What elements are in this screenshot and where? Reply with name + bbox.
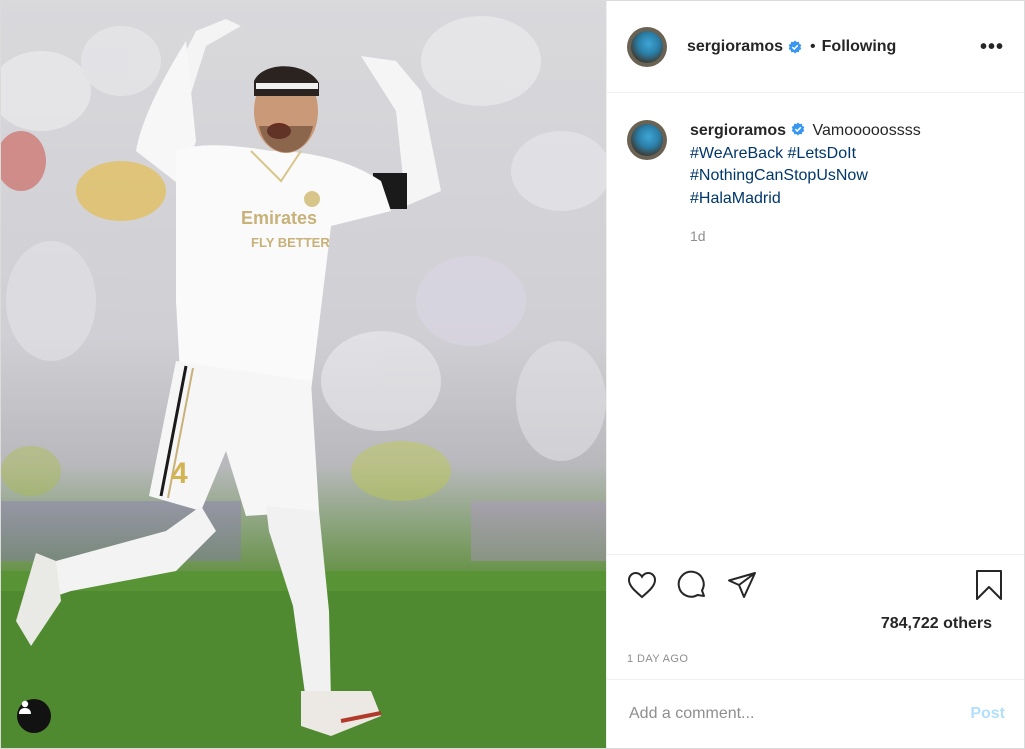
- caption-username[interactable]: sergioramos: [690, 122, 786, 139]
- heart-icon: [627, 571, 657, 599]
- photo-illustration: Emirates FLY BETTER 4: [1, 16, 606, 748]
- like-button[interactable]: [626, 569, 658, 601]
- post-actions: 784,722 others 1 DAY AGO: [607, 554, 1024, 665]
- svg-text:Emirates: Emirates: [241, 208, 317, 228]
- verified-badge-icon: [791, 122, 805, 136]
- post-side-panel: sergioramos • Following ••• sergioramos …: [606, 1, 1024, 748]
- comment-input[interactable]: [627, 704, 971, 724]
- user-icon: [19, 700, 31, 714]
- instagram-post: Emirates FLY BETTER 4 sergioramos • Foll…: [0, 0, 1025, 749]
- author-username[interactable]: sergioramos: [687, 38, 783, 56]
- post-timestamp[interactable]: 1 DAY AGO: [627, 653, 688, 665]
- bookmark-icon: [976, 570, 1002, 600]
- caption-text: Vamooooossss: [812, 122, 921, 139]
- comment-icon: [677, 570, 705, 598]
- comment-bar: Post: [607, 679, 1024, 748]
- verified-badge-icon: [788, 40, 802, 53]
- post-header: sergioramos • Following •••: [607, 1, 1024, 93]
- hashtag-link[interactable]: #WeAreBack: [690, 145, 783, 162]
- tagged-users-button[interactable]: [17, 699, 51, 733]
- hashtag-link[interactable]: #NothingCanStopUsNow: [690, 167, 868, 184]
- svg-text:4: 4: [171, 457, 188, 490]
- caption-timestamp[interactable]: 1d: [690, 225, 921, 248]
- more-options-icon[interactable]: •••: [980, 37, 1004, 57]
- avatar[interactable]: [627, 26, 667, 67]
- separator-dot: •: [810, 37, 816, 55]
- likes-count[interactable]: 784,722 others: [607, 615, 1024, 633]
- share-button[interactable]: [726, 569, 758, 601]
- hashtag-link[interactable]: #HalaMadrid: [690, 190, 781, 207]
- post-comment-button[interactable]: Post: [970, 705, 1005, 723]
- caption: sergioramos Vamooooossss #WeAreBack #Let…: [607, 93, 1024, 248]
- action-bar: [607, 555, 1024, 615]
- hashtag-link[interactable]: #LetsDoIt: [788, 145, 856, 162]
- save-button[interactable]: [973, 569, 1005, 601]
- avatar[interactable]: [627, 120, 667, 160]
- following-button[interactable]: Following: [822, 38, 897, 56]
- send-icon: [728, 572, 756, 598]
- caption-body: sergioramos Vamooooossss #WeAreBack #Let…: [690, 120, 921, 248]
- comment-button[interactable]: [676, 569, 708, 601]
- svg-text:FLY BETTER: FLY BETTER: [251, 235, 330, 250]
- post-photo[interactable]: Emirates FLY BETTER 4: [1, 1, 606, 748]
